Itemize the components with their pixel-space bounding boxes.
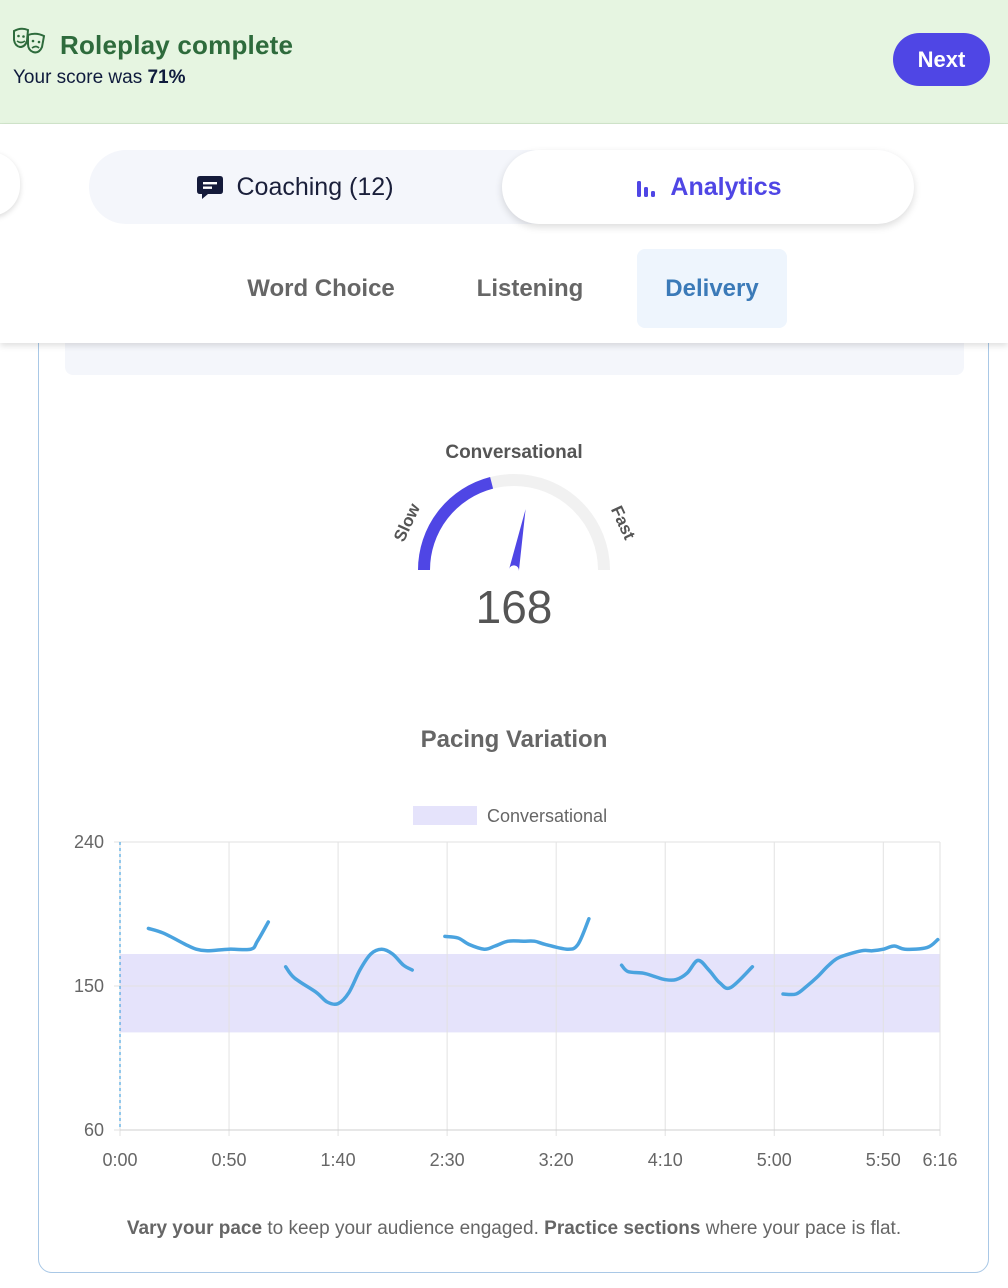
gauge-fill bbox=[418, 476, 494, 571]
pacing-chart: Conversational 0:00 0:50 1:40 2:30 3:20 4:10 5:… bbox=[74, 806, 958, 1170]
legend-label: Conversational bbox=[487, 806, 607, 826]
bar-chart-icon bbox=[637, 181, 656, 197]
tab-coaching-label: Coaching (12) bbox=[236, 172, 394, 201]
theater-masks-icon bbox=[13, 27, 46, 54]
gauge-fast-label: Fast bbox=[607, 503, 639, 543]
tab-coaching[interactable]: Coaching (12) bbox=[89, 150, 501, 224]
chat-bubble-icon bbox=[197, 176, 224, 199]
score-value: 71% bbox=[147, 67, 186, 88]
next-button[interactable]: Next bbox=[893, 33, 990, 86]
x-tick-label: 0:00 bbox=[102, 1150, 137, 1170]
gauge-slow-label: Slow bbox=[390, 500, 424, 545]
chart-title: Pacing Variation bbox=[420, 726, 608, 753]
x-tick-label: 3:20 bbox=[539, 1150, 574, 1170]
banner-title: Roleplay complete bbox=[60, 30, 294, 60]
x-tick-label: 6:16 bbox=[922, 1150, 957, 1170]
previous-tab-button[interactable] bbox=[0, 152, 20, 216]
conversational-band bbox=[120, 954, 940, 1033]
pace-line-segment bbox=[146, 920, 271, 953]
x-tick-label: 4:10 bbox=[648, 1150, 683, 1170]
completion-banner: Roleplay complete Your score was 71% Nex… bbox=[0, 0, 1008, 124]
pace-gauge: Conversational Slow Fast bbox=[390, 442, 639, 571]
main-tab-bar: Coaching (12) Analytics bbox=[89, 150, 914, 224]
subtab-word-choice[interactable]: Word Choice bbox=[224, 249, 418, 328]
pace-line-segment bbox=[443, 917, 591, 951]
x-tick-label: 1:40 bbox=[321, 1150, 356, 1170]
subtab-delivery[interactable]: Delivery bbox=[637, 249, 787, 328]
y-tick-label: 240 bbox=[74, 832, 104, 852]
y-tick-label: 60 bbox=[84, 1120, 104, 1140]
gauge-value: 168 bbox=[475, 581, 553, 633]
legend-swatch bbox=[413, 806, 477, 825]
tab-analytics[interactable]: Analytics bbox=[502, 150, 914, 224]
y-tick-label: 150 bbox=[74, 976, 104, 996]
x-tick-label: 2:30 bbox=[430, 1150, 465, 1170]
tabs-area: Coaching (12) Analytics Word Choice List… bbox=[0, 124, 1008, 343]
gauge-needle bbox=[509, 509, 526, 571]
tab-analytics-label: Analytics bbox=[670, 172, 782, 201]
tip-text-1: to keep your audience engaged. bbox=[262, 1218, 545, 1239]
tip-bold-2: Practice sections bbox=[544, 1218, 701, 1239]
gauge-title: Conversational bbox=[445, 442, 582, 463]
score-prefix: Your score was bbox=[13, 67, 143, 88]
x-tick-label: 0:50 bbox=[212, 1150, 247, 1170]
score-text: Your score was 71% bbox=[13, 67, 186, 89]
x-tick-label: 5:50 bbox=[866, 1150, 901, 1170]
x-tick-label: 5:00 bbox=[757, 1150, 792, 1170]
tip-bold-1: Vary your pace bbox=[126, 1218, 263, 1239]
subtab-listening[interactable]: Listening bbox=[454, 249, 606, 328]
pacing-tip: Vary your pace to keep your audience eng… bbox=[40, 1218, 988, 1240]
tip-text-2: where your pace is flat. bbox=[700, 1218, 902, 1239]
